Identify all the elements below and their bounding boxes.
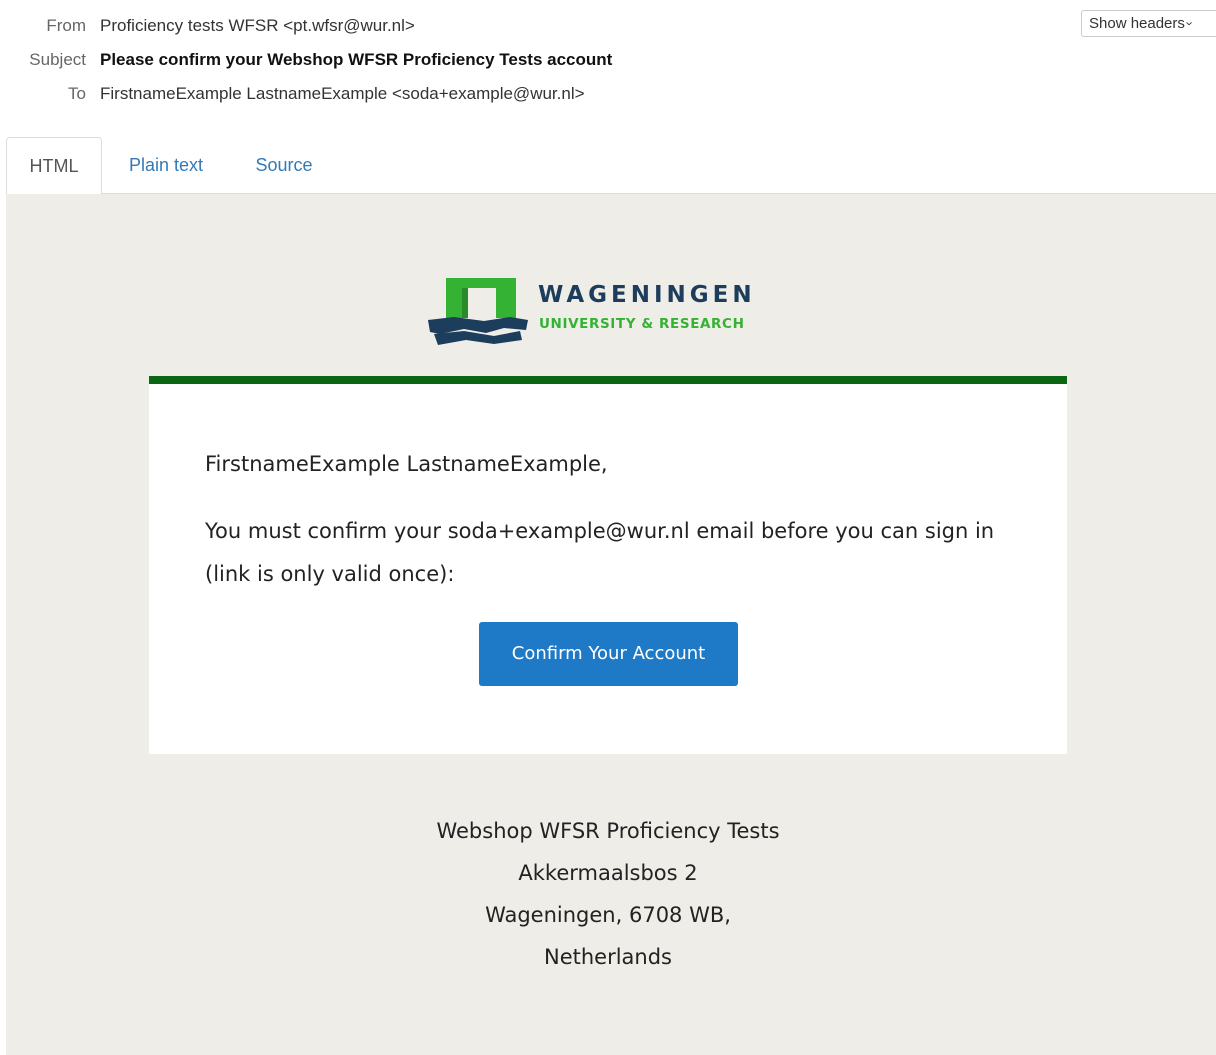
message-text: You must confirm your soda+example@wur.n… — [205, 519, 995, 586]
logo-wordmark: WAGENINGEN — [538, 282, 756, 308]
tab-plain-text[interactable]: Plain text — [118, 137, 214, 194]
email-headers: From Proficiency tests WFSR <pt.wfsr@wur… — [0, 0, 1216, 137]
tab-html[interactable]: HTML — [6, 137, 102, 195]
to-value: FirstnameExample LastnameExample <soda+e… — [100, 84, 585, 103]
wageningen-logo: WAGENINGEN UNIVERSITY & RESEARCH — [424, 278, 804, 348]
tab-source[interactable]: Source — [242, 137, 326, 194]
from-value: Proficiency tests WFSR <pt.wfsr@wur.nl> — [100, 16, 415, 35]
logo-subtitle: UNIVERSITY & RESEARCH — [539, 316, 745, 332]
show-headers-label: Show headers — [1089, 15, 1185, 32]
view-tabs: HTML Plain text Source — [6, 137, 1216, 195]
footer-country: Netherlands — [543, 945, 672, 969]
email-body-frame: WAGENINGEN UNIVERSITY & RESEARCH Firstna… — [6, 194, 1216, 1055]
wur-emblem-icon — [428, 278, 528, 345]
subject-value: Please confirm your Webshop WFSR Profici… — [100, 50, 613, 69]
subject-label: Subject — [29, 50, 86, 69]
footer-street: Akkermaalsbos 2 — [518, 861, 698, 885]
to-label: To — [68, 84, 86, 103]
footer-city: Wageningen, 6708 WB, — [485, 903, 731, 927]
chevron-down-icon: › — [1182, 21, 1198, 26]
email-footer: Webshop WFSR Proficiency Tests Akkermaal… — [6, 810, 1216, 978]
confirm-account-button[interactable]: Confirm Your Account — [479, 622, 738, 686]
footer-company: Webshop WFSR Proficiency Tests — [436, 819, 780, 843]
from-label: From — [46, 16, 86, 35]
message-card: FirstnameExample LastnameExample, You mu… — [149, 376, 1067, 754]
greeting-text: FirstnameExample LastnameExample, — [205, 452, 608, 476]
show-headers-button[interactable]: Show headers› — [1081, 10, 1216, 37]
